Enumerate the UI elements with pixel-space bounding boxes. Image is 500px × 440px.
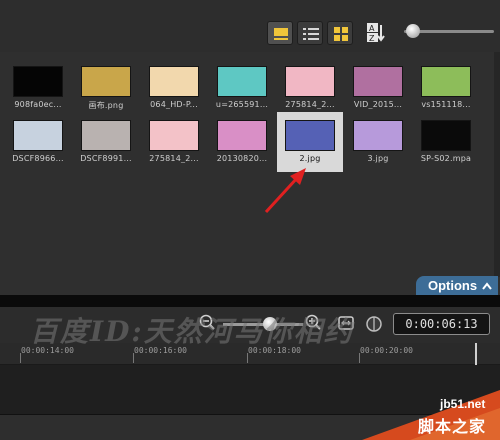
media-thumbnail [353, 120, 403, 151]
options-button[interactable]: Options [416, 276, 498, 295]
media-caption: 画布.png [88, 101, 124, 110]
media-caption: 275814_2... [285, 100, 335, 109]
ruler-label: 00:00:14:00 [21, 346, 74, 355]
fit-timeline-icon[interactable] [338, 316, 354, 330]
media-tile[interactable]: 064_HD-P... [141, 58, 207, 118]
timeline-toolbar: 0:00:06:13 [0, 307, 500, 343]
media-tile[interactable]: DSCF8991... [73, 112, 139, 172]
timeline-ruler[interactable]: 00:00:14:00 00:00:16:00 00:00:18:00 00:0… [0, 343, 500, 365]
media-thumbnail [353, 66, 403, 97]
timeline-zoom-slider-thumb[interactable] [263, 317, 277, 331]
media-tile[interactable]: u=265591... [209, 58, 275, 118]
media-caption: 908fa0ec... [14, 100, 62, 109]
media-tile[interactable]: DSCF8966... [5, 112, 71, 172]
panel-divider [0, 295, 500, 307]
media-caption: 2.jpg [299, 154, 321, 163]
media-tile[interactable]: 908fa0ec... [5, 58, 71, 118]
site-watermark-url: jb51.net [440, 397, 486, 411]
sort-button[interactable]: A Z [366, 22, 386, 44]
sort-icon: A Z [367, 23, 385, 43]
ruler-label: 00:00:18:00 [248, 346, 301, 355]
timeline-track[interactable] [0, 365, 500, 415]
media-thumbnail [149, 120, 199, 151]
media-thumbnail [13, 66, 63, 97]
media-caption: u=265591... [215, 100, 269, 109]
media-thumbnail [421, 120, 471, 151]
media-caption: VID_2015... [353, 100, 403, 109]
chevron-up-icon [482, 282, 492, 290]
media-tile[interactable]: SP-S02.mpa [413, 112, 479, 172]
snap-icon[interactable] [365, 315, 383, 333]
media-caption: SP-S02.mpa [420, 154, 472, 163]
media-caption: 275814_2... [149, 154, 199, 163]
media-thumbnail [421, 66, 471, 97]
site-watermark-name: 脚本之家 [418, 417, 487, 436]
media-tile[interactable]: vs151118... [413, 58, 479, 118]
svg-text:A: A [369, 24, 375, 33]
media-caption: DSCF8966... [12, 154, 64, 163]
media-thumbnail [217, 66, 267, 97]
media-thumbnail [217, 120, 267, 151]
media-tile[interactable]: 画布.png [73, 58, 139, 118]
media-thumbnail [149, 66, 199, 97]
media-library-panel: 908fa0ec... 画布.png 064_HD-P... u=265591... 2… [0, 52, 500, 295]
ruler-label: 00:00:20:00 [360, 346, 413, 355]
media-caption: 064_HD-P... [150, 100, 198, 109]
timecode-display[interactable]: 0:00:06:13 [393, 313, 490, 335]
svg-text:Z: Z [369, 34, 375, 43]
library-toolbar: A Z [0, 0, 500, 52]
ruler-label: 00:00:16:00 [134, 346, 187, 355]
grid-view-button[interactable] [327, 21, 353, 45]
media-caption: 3.jpg [367, 154, 389, 163]
list-view-icon [303, 28, 319, 40]
media-thumbnail [81, 66, 131, 97]
media-scrollbar[interactable] [494, 52, 500, 277]
video-editor-window: A Z 908fa0ec... 画布.png 064_HD-P... u=265591… [0, 0, 500, 440]
media-tile[interactable]: 275814_2... [141, 112, 207, 172]
media-caption: DSCF8991... [80, 154, 132, 163]
thumbnail-strip-view-button[interactable] [267, 21, 293, 45]
list-view-button[interactable] [297, 21, 323, 45]
media-thumbnail [13, 120, 63, 151]
thumbnail-strip-icon [274, 28, 288, 40]
media-thumbnail [81, 120, 131, 151]
media-tile[interactable]: 3.jpg [345, 112, 411, 172]
red-arrow-annotation [264, 168, 306, 214]
zoom-in-icon[interactable] [305, 314, 321, 330]
media-caption: 20130820... [216, 154, 268, 163]
media-tile[interactable]: 20130820... [209, 112, 275, 172]
grid-view-icon [334, 27, 348, 41]
media-thumbnail [285, 66, 335, 97]
options-label: Options [428, 278, 478, 293]
ruler-tick [20, 353, 21, 363]
media-tile[interactable]: 275814_2... [277, 58, 343, 118]
playhead[interactable] [475, 343, 477, 365]
thumbnail-size-slider-thumb[interactable] [405, 24, 420, 38]
media-tile[interactable]: VID_2015... [345, 58, 411, 118]
media-tile[interactable]: 2.jpg [277, 112, 343, 172]
ruler-tick [133, 353, 134, 363]
media-thumbnail [285, 120, 335, 151]
media-caption: vs151118... [421, 100, 471, 109]
ruler-tick [359, 353, 360, 363]
ruler-tick [247, 353, 248, 363]
zoom-out-icon[interactable] [199, 314, 215, 330]
